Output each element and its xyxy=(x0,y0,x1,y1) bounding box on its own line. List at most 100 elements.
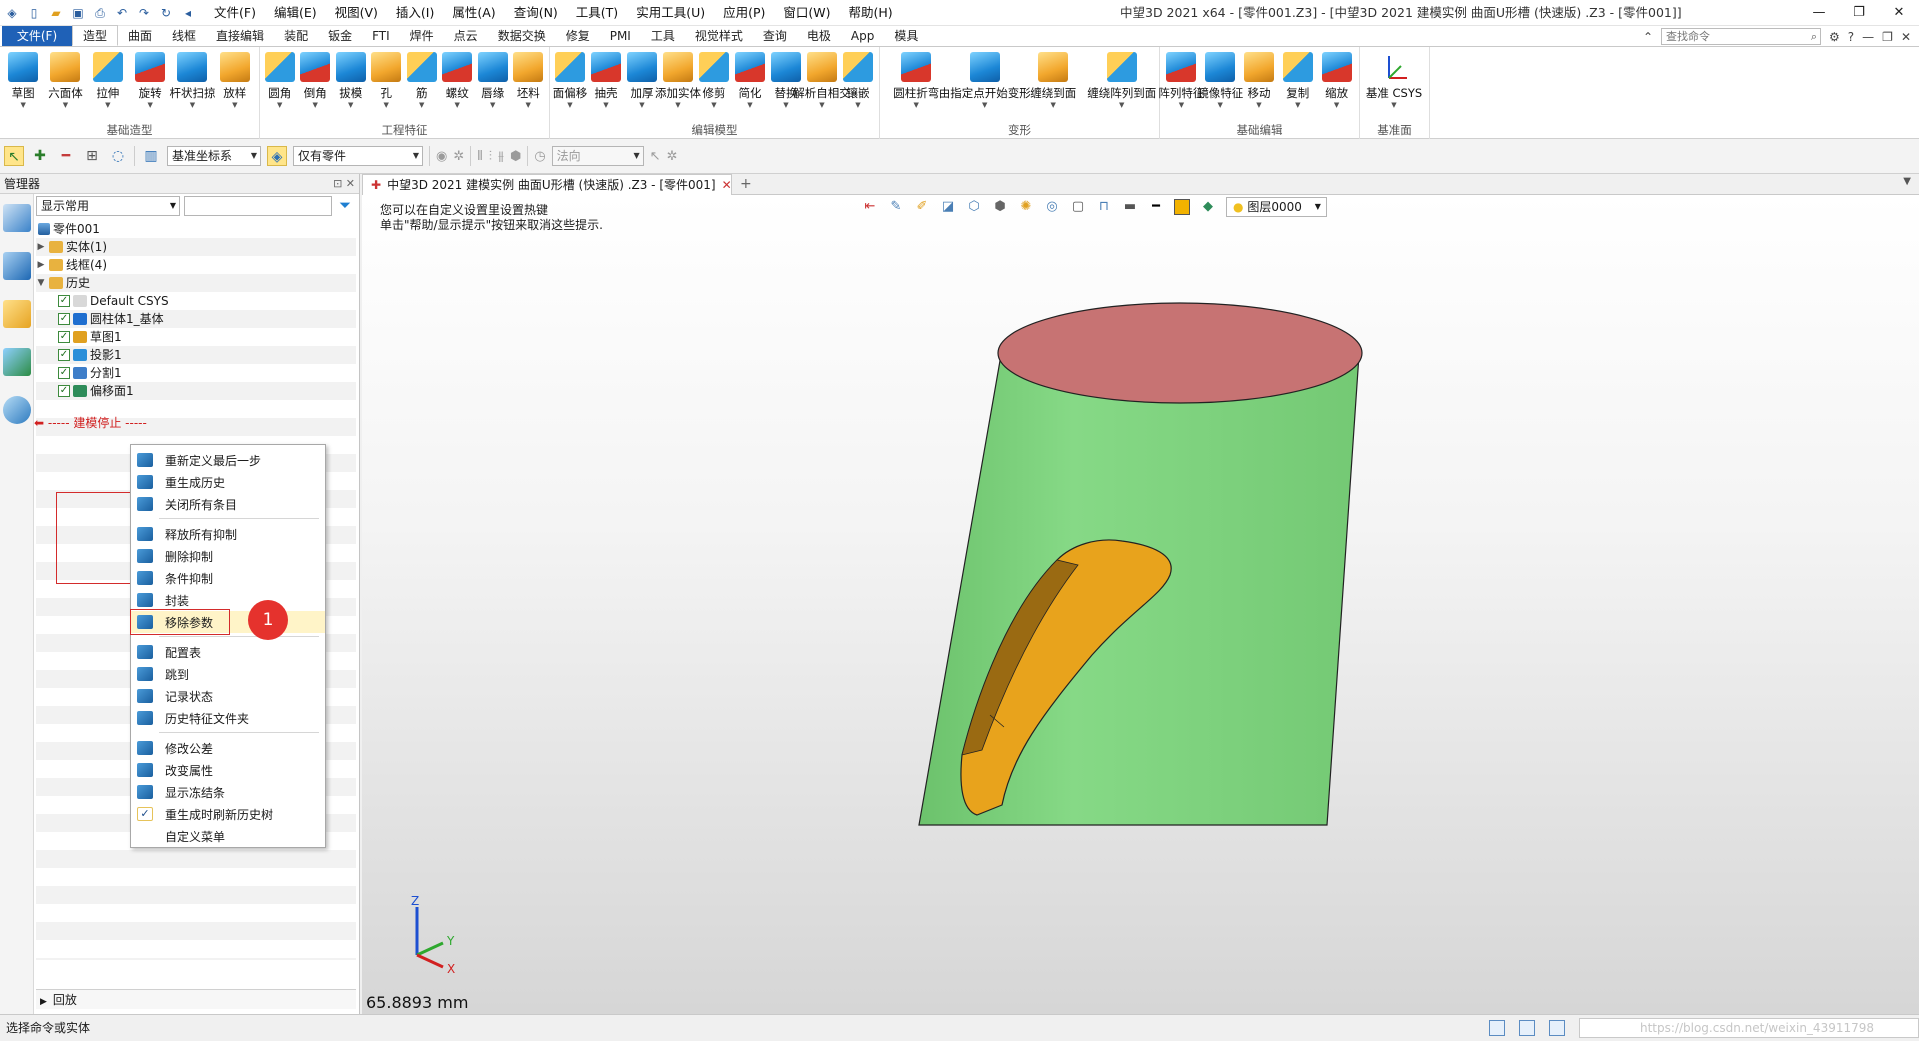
context-menu-item[interactable]: 配置表 xyxy=(131,641,325,663)
context-menu-item[interactable]: 历史特征文件夹 xyxy=(131,707,325,729)
ribbon-tab[interactable]: 修复 xyxy=(556,26,600,46)
ribbon-button[interactable]: 螺纹 ▼ xyxy=(440,49,476,119)
ribbon-tab[interactable]: 曲面 xyxy=(118,26,162,46)
ribbon-button[interactable]: 缠绕阵列到面 ▼ xyxy=(1087,49,1156,119)
undo-icon[interactable]: ↶ xyxy=(114,5,130,21)
view-manager-icon[interactable] xyxy=(3,348,31,376)
cursor-icon[interactable]: ↖ xyxy=(650,149,661,164)
context-menu-item[interactable]: 重生成历史 xyxy=(131,471,325,493)
ribbon-button[interactable]: 草图 ▼ xyxy=(2,49,44,119)
minimize-icon[interactable]: — xyxy=(1799,0,1839,26)
visibility-checkbox[interactable]: ✓ xyxy=(58,385,70,397)
ribbon-button[interactable]: 简化 ▼ xyxy=(732,49,768,119)
ribbon-tab[interactable]: 直接编辑 xyxy=(206,26,274,46)
gear-small-icon[interactable]: ✲ xyxy=(667,149,678,164)
ribbon-button[interactable]: 移动 ▼ xyxy=(1240,49,1279,119)
ribbon-button[interactable]: 镶嵌 ▼ xyxy=(840,49,876,119)
ribbon-tab[interactable]: 装配 xyxy=(274,26,318,46)
collapse-icon[interactable]: ▼ xyxy=(36,274,46,292)
menu-item[interactable]: 插入(I) xyxy=(388,0,442,26)
visibility-checkbox[interactable]: ✓ xyxy=(58,331,70,343)
context-menu-item[interactable]: 改变属性 xyxy=(131,759,325,781)
ribbon-button[interactable]: 圆角 ▼ xyxy=(262,49,298,119)
context-menu-item[interactable]: 自定义菜单 xyxy=(131,825,325,847)
history-item[interactable]: ✓ 分割1 xyxy=(58,364,122,382)
ribbon-button[interactable]: 抽壳 ▼ xyxy=(588,49,624,119)
ribbon-tab[interactable]: 电极 xyxy=(797,26,841,46)
view-toggle-icon[interactable] xyxy=(1489,1020,1505,1036)
visibility-checkbox[interactable]: ✓ xyxy=(58,349,70,361)
close-tab-icon[interactable]: ✕ xyxy=(722,178,732,192)
filter-box-icon[interactable]: ⊞ xyxy=(82,146,102,166)
3d-viewport[interactable]: 您可以在自定义设置里设置热键 单击"帮助/显示提示"按钮来取消这些提示. ⇤ ✎… xyxy=(362,195,1919,1014)
menu-item[interactable]: 视图(V) xyxy=(327,0,386,26)
pin-panel-icon[interactable]: ⊡ xyxy=(333,177,342,190)
ribbon-button[interactable]: 解析自相交 ▼ xyxy=(793,49,851,119)
ribbon-button[interactable]: 加厚 ▼ xyxy=(624,49,660,119)
user-manager-icon[interactable] xyxy=(3,396,31,424)
history-item[interactable]: ✓ Default CSYS xyxy=(58,292,169,310)
ribbon-button[interactable]: 由指定点开始变形 ▼ xyxy=(939,49,1031,119)
help-icon[interactable]: ? xyxy=(1848,30,1854,44)
ribbon-tab[interactable]: 视觉样式 xyxy=(685,26,753,46)
visibility-checkbox[interactable]: ✓ xyxy=(58,367,70,379)
ribbon-button[interactable]: 修剪 ▼ xyxy=(696,49,732,119)
history-item[interactable]: ✓ 偏移面1 xyxy=(58,382,134,400)
tree-node-solid[interactable]: ▶ 实体(1) xyxy=(36,238,107,256)
modeling-stop-marker[interactable]: ⬅ ----- 建模停止 ----- xyxy=(34,414,147,431)
redo-icon[interactable]: ↷ xyxy=(136,5,152,21)
document-tab[interactable]: ✚ 中望3D 2021 建模实例 曲面U形槽 (快速版) .Z3 - [零件001… xyxy=(362,174,732,195)
ribbon-button[interactable]: 六面体 ▼ xyxy=(44,49,86,119)
minimize-doc-icon[interactable]: — xyxy=(1862,30,1874,44)
collapse-ribbon-icon[interactable]: ⌃ xyxy=(1643,30,1653,44)
ribbon-tab[interactable]: 点云 xyxy=(444,26,488,46)
menu-item[interactable]: 帮助(H) xyxy=(841,0,901,26)
expand-icon[interactable]: ▶ xyxy=(36,256,46,274)
menu-item[interactable]: 窗口(W) xyxy=(775,0,838,26)
ribbon-button[interactable]: 缩放 ▼ xyxy=(1317,49,1356,119)
print-icon[interactable]: ⎙ xyxy=(92,5,108,21)
restore-doc-icon[interactable]: ❐ xyxy=(1882,30,1893,44)
tree-node-history[interactable]: ▼ 历史 xyxy=(36,274,90,292)
ribbon-button[interactable]: 拉伸 ▼ xyxy=(87,49,129,119)
ribbon-button[interactable]: 阵列特征 ▼ xyxy=(1158,49,1204,119)
ribbon-tab[interactable]: 钣金 xyxy=(318,26,362,46)
ribbon-button[interactable]: 缠绕到面 ▼ xyxy=(1019,49,1088,119)
ribbon-button[interactable]: 旋转 ▼ xyxy=(129,49,171,119)
ribbon-tab[interactable]: FTI xyxy=(362,26,400,46)
coordinate-system-select[interactable]: 基准坐标系 ▼ xyxy=(167,146,261,166)
align-right-icon[interactable]: ⫵ xyxy=(498,149,504,164)
new-tab-icon[interactable]: + xyxy=(740,174,752,194)
part-filter-select[interactable]: 仅有零件 ▼ xyxy=(293,146,423,166)
ribbon-tab[interactable]: 查询 xyxy=(753,26,797,46)
history-item[interactable]: ✓ 圆柱体1_基体 xyxy=(58,310,164,328)
command-input[interactable]: https://blog.csdn.net/weixin_43911798 xyxy=(1579,1018,1919,1038)
context-menu-item[interactable]: 修改公差 xyxy=(131,737,325,759)
context-menu-item[interactable]: 显示冻结条 xyxy=(131,781,325,803)
ribbon-tab[interactable]: 模具 xyxy=(884,26,928,46)
ribbon-button[interactable]: 孔 ▼ xyxy=(369,49,405,119)
visibility-checkbox[interactable]: ✓ xyxy=(58,313,70,325)
close-icon[interactable]: ✕ xyxy=(1879,0,1919,26)
ribbon-tab[interactable]: 数据交换 xyxy=(488,26,556,46)
ribbon-button[interactable]: 替换 ▼ xyxy=(768,49,804,119)
ribbon-button[interactable]: 杆状扫掠 ▼ xyxy=(169,49,215,119)
context-menu-item[interactable]: 删除抑制 xyxy=(131,545,325,567)
rollback-bar[interactable]: ▶ 回放 xyxy=(36,989,356,1009)
ribbon-button[interactable]: 面偏移 ▼ xyxy=(552,49,588,119)
back-icon[interactable]: ◂ xyxy=(180,5,196,21)
add-icon[interactable]: ✚ xyxy=(30,146,50,166)
ribbon-button[interactable]: 唇缘 ▼ xyxy=(475,49,511,119)
ribbon-tab[interactable]: PMI xyxy=(600,26,641,46)
history-item[interactable]: ✓ 投影1 xyxy=(58,346,122,364)
menu-item[interactable]: 实用工具(U) xyxy=(628,0,713,26)
reset-icon[interactable]: ◌ xyxy=(108,146,128,166)
maximize-icon[interactable]: ❐ xyxy=(1839,0,1879,26)
menu-item[interactable]: 应用(P) xyxy=(715,0,773,26)
pick-icon[interactable]: ↖ xyxy=(4,146,24,166)
cylinder-top-face[interactable] xyxy=(997,302,1363,404)
ribbon-button[interactable]: 基准 CSYS ▼ xyxy=(1362,49,1426,119)
context-menu-item[interactable]: 重新定义最后一步 xyxy=(131,449,325,471)
part-manager-icon[interactable] xyxy=(3,300,31,328)
menu-item[interactable]: 工具(T) xyxy=(568,0,626,26)
